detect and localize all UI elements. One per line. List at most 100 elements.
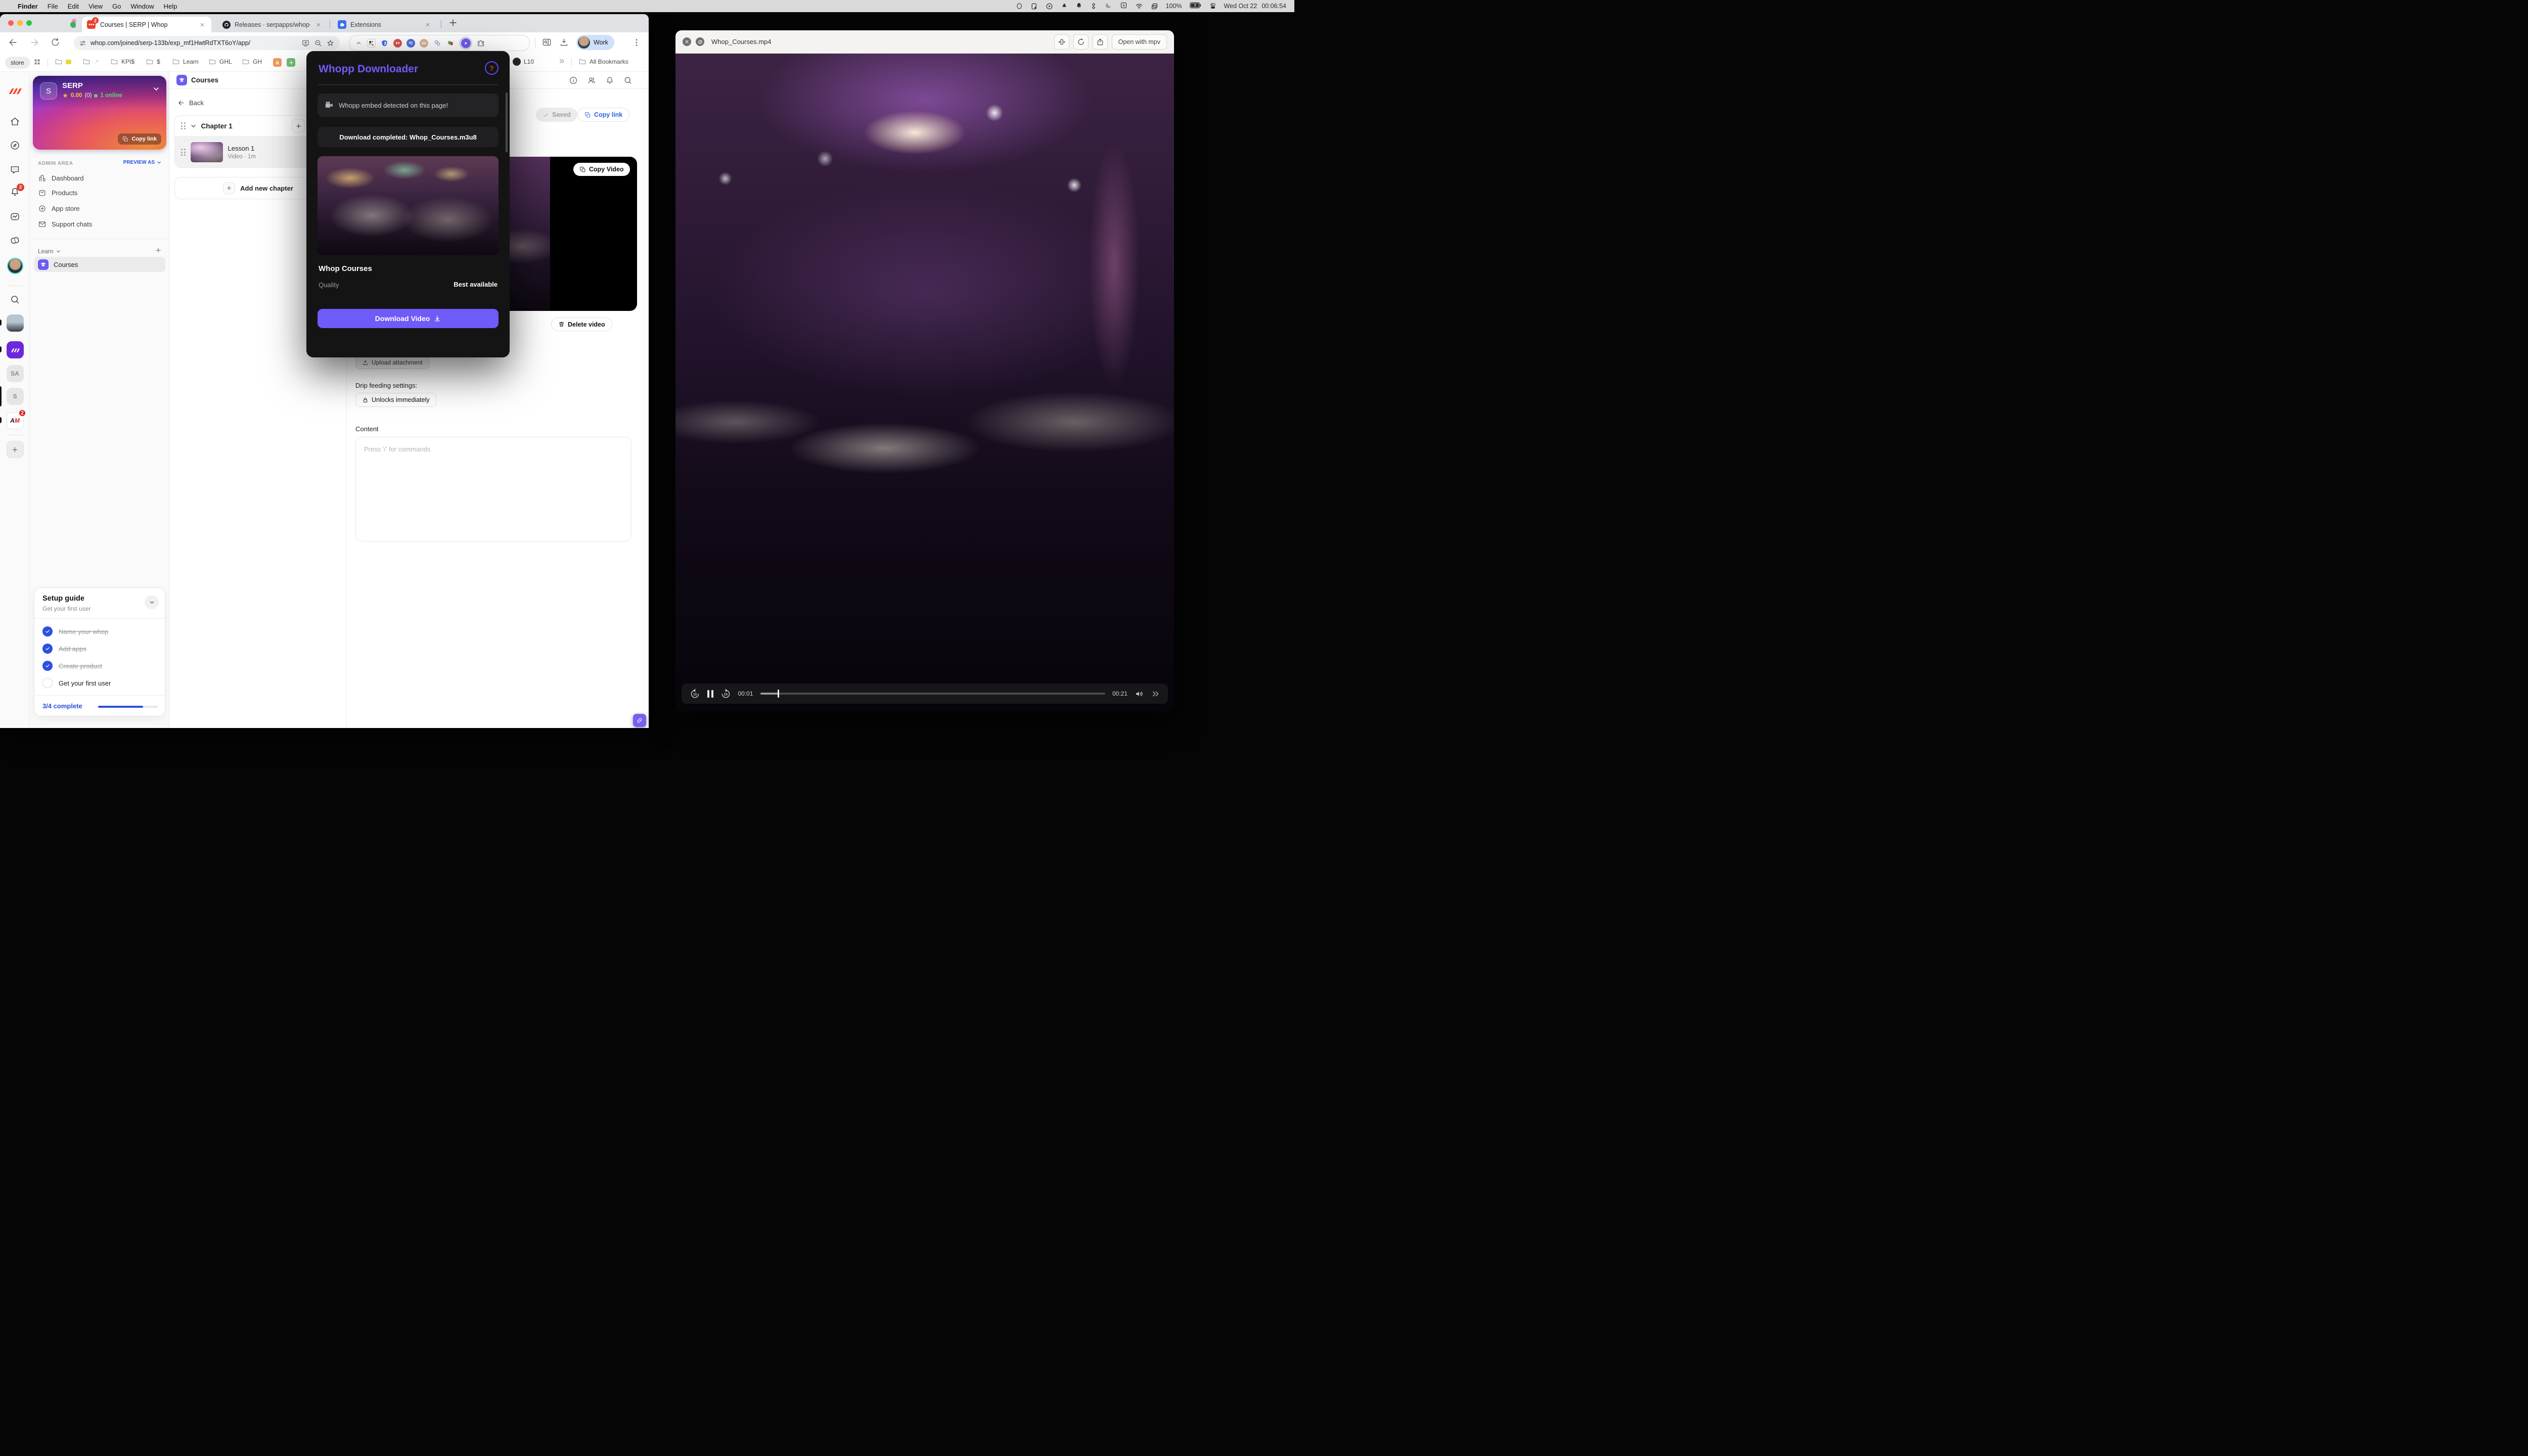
focus-moon-icon[interactable] (1105, 2, 1112, 11)
tab-releases[interactable]: Releases · serpapps/whop-vi (217, 17, 328, 32)
copy-link-button[interactable]: Copy link (577, 108, 629, 122)
forward-icon[interactable] (29, 37, 39, 48)
volume-icon[interactable] (1135, 689, 1144, 699)
workspace-card[interactable]: S SERP 0.00 (0) 1 online Copy link (33, 76, 166, 150)
bell-icon[interactable] (605, 76, 614, 85)
upload-attachment-button[interactable]: Upload attachment (355, 356, 429, 369)
workspace-harbor[interactable] (0, 314, 30, 332)
sidebar-item-app-store[interactable]: App store (34, 201, 165, 215)
activity-icon[interactable] (0, 211, 30, 222)
sidebar-item-courses[interactable]: Courses (34, 257, 165, 272)
notifications-icon[interactable]: 2 (0, 187, 30, 197)
window-minimize-button[interactable] (17, 20, 23, 26)
popup-scrollbar[interactable] (506, 93, 508, 152)
whopp-extension-icon-active[interactable] (459, 36, 472, 50)
notification-bell-icon[interactable] (1075, 2, 1082, 11)
ticket-icon[interactable] (0, 235, 30, 246)
playhead[interactable] (778, 690, 779, 698)
player-titlebar[interactable]: Whop_Courses.mp4 Open with mpv (675, 30, 1174, 54)
sidebar-item-support-chats[interactable]: Support chats (34, 217, 165, 231)
reload-icon[interactable] (51, 37, 60, 47)
control-center-icon[interactable] (1209, 3, 1216, 10)
links-extension-icon[interactable] (433, 39, 441, 48)
rewind-15-icon[interactable]: 15 (690, 689, 700, 699)
device-settings-icon[interactable] (1030, 3, 1038, 10)
tab-close-icon[interactable] (314, 21, 323, 29)
setup-item-first-user[interactable]: Get your first user (42, 678, 111, 688)
side-search-icon[interactable] (542, 37, 552, 47)
tab-close-icon[interactable] (198, 21, 206, 29)
face-extension-icon[interactable] (420, 39, 428, 48)
rail-user-avatar[interactable] (0, 258, 30, 274)
rail-search-icon[interactable] (0, 294, 30, 305)
unlocks-button[interactable]: Unlocks immediately (355, 393, 436, 407)
fastforward-extension-icon[interactable] (393, 39, 402, 48)
back-icon[interactable] (8, 37, 18, 48)
add-lesson-button[interactable] (292, 119, 305, 132)
input-source-icon[interactable]: A (1120, 2, 1127, 11)
window-zoom-button[interactable] (26, 20, 32, 26)
menu-window[interactable]: Window (130, 3, 154, 10)
screen-mirroring-icon[interactable] (1151, 3, 1158, 10)
bookmark-star-icon[interactable] (326, 39, 335, 48)
bookmark-folder-dollar[interactable]: $ (146, 58, 160, 66)
setup-item-name[interactable]: Name your whop (42, 626, 108, 636)
tab-courses[interactable]: 2 Courses | SERP | Whop (82, 17, 211, 32)
setup-item-apps[interactable]: Add apps (42, 644, 86, 654)
learn-section-toggle[interactable]: Learn (38, 248, 61, 255)
player-close-button[interactable] (683, 37, 691, 46)
shrink-icon[interactable] (1054, 34, 1069, 50)
qr-extension-icon[interactable] (367, 39, 376, 48)
workspace-am[interactable]: AM 2 (0, 412, 30, 429)
zoom-out-icon[interactable] (314, 39, 322, 47)
share-icon[interactable] (1093, 34, 1108, 50)
browser-menu-icon[interactable] (632, 38, 641, 50)
puzzle-menu-icon[interactable] (477, 39, 485, 47)
search-icon[interactable] (623, 76, 633, 85)
menu-app-name[interactable]: Finder (18, 3, 38, 10)
setup-item-product[interactable]: Create product (42, 661, 102, 671)
bookmark-favicon-green-plus[interactable] (287, 58, 295, 67)
bookmark-folder-ghl[interactable]: GHL (208, 58, 232, 66)
drag-handle-icon[interactable] (181, 122, 186, 129)
player-slash-button[interactable] (696, 37, 704, 46)
content-editor[interactable]: Press '/' for commands (355, 437, 631, 541)
back-button[interactable]: Back (177, 99, 204, 107)
copy-video-button[interactable]: Copy Video (573, 163, 630, 176)
menu-go[interactable]: Go (112, 3, 121, 10)
bookmark-folder-dart[interactable] (82, 58, 100, 66)
members-icon[interactable] (587, 76, 596, 85)
apps-grid-icon[interactable] (33, 58, 41, 66)
install-pwa-icon[interactable] (301, 39, 310, 48)
tab-close-icon[interactable] (424, 21, 432, 29)
download-video-button[interactable]: Download Video (318, 309, 499, 328)
url-input[interactable] (91, 39, 297, 47)
quality-value[interactable]: Best available (454, 281, 498, 288)
new-tab-button[interactable] (448, 18, 458, 28)
workspace-sa[interactable]: SA (0, 365, 30, 382)
menubar-clock[interactable]: 00:06:54 (1261, 3, 1286, 10)
stacked-diamonds-icon[interactable] (1090, 3, 1097, 10)
card-copy-link-button[interactable]: Copy link (118, 133, 161, 145)
rotate-icon[interactable] (1073, 34, 1089, 50)
learn-add-button[interactable] (155, 247, 162, 254)
iq-extension-icon[interactable]: IQ (407, 39, 415, 48)
forward-15-icon[interactable]: 15 (720, 689, 731, 699)
profile-button[interactable]: Work (576, 35, 614, 50)
delete-video-button[interactable]: Delete video (551, 317, 612, 331)
bookmark-folder-learn[interactable]: Learn (172, 58, 199, 66)
all-bookmarks[interactable]: All Bookmarks (578, 58, 628, 66)
workspace-s[interactable]: S (0, 388, 30, 405)
masks-extension-icon[interactable] (446, 39, 455, 48)
extension-float-button[interactable] (633, 714, 646, 727)
tab-extensions[interactable]: Extensions (333, 17, 437, 32)
popup-help-button[interactable]: ? (485, 61, 499, 75)
menu-edit[interactable]: Edit (68, 3, 79, 10)
downloads-icon[interactable] (559, 37, 569, 47)
bookmark-folder-card[interactable] (55, 58, 71, 66)
bookmark-folder-gh[interactable]: GH (242, 58, 262, 66)
omnibox[interactable] (74, 36, 340, 50)
menu-help[interactable]: Help (164, 3, 177, 10)
bookmark-favicon-a[interactable]: a (273, 58, 282, 67)
bookmark-l10[interactable]: L10 (513, 58, 534, 66)
